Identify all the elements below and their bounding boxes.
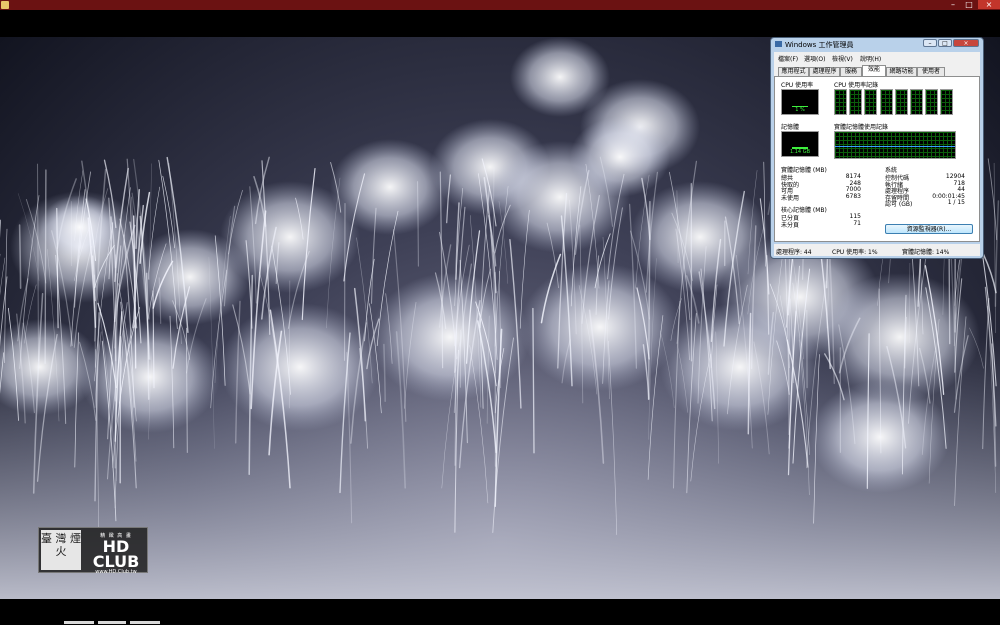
memory-history-label: 實體記憶體使用記錄 <box>834 124 889 131</box>
tab-strip: 應用程式 處理程序 服務 效能 網路功能 使用者 <box>774 62 980 76</box>
cpu-core-history-graph <box>879 89 893 115</box>
firework-burst <box>80 321 220 433</box>
tab-applications[interactable]: 應用程式 <box>778 67 809 76</box>
kernel-memory-table: 已分頁 115 未分頁 71 <box>781 213 861 229</box>
maximize-button[interactable]: □ <box>938 39 952 47</box>
tab-users[interactable]: 使用者 <box>917 67 945 76</box>
firework-streak <box>44 169 47 364</box>
player-maximize-button[interactable]: □ <box>962 0 976 9</box>
cpu-core-history-graph <box>940 89 954 115</box>
firework-burst <box>510 37 610 117</box>
memory-value: 1.14 GB <box>789 149 811 155</box>
cpu-core-history-graph <box>864 89 878 115</box>
tab-networking[interactable]: 網路功能 <box>886 67 917 76</box>
firework-burst <box>330 139 450 235</box>
tab-performance[interactable]: 效能 <box>862 65 886 76</box>
row-value: 71 <box>853 219 861 227</box>
table-row: 未使用 6783 <box>781 192 861 202</box>
cpu-usage-label: CPU 使用率 <box>781 82 814 89</box>
row-label: 認可 (GB) <box>885 201 913 208</box>
tab-processes[interactable]: 處理程序 <box>809 67 840 76</box>
task-manager-icon <box>775 41 782 47</box>
firework-burst <box>520 263 680 391</box>
task-manager-window[interactable]: Windows 工作管理員 – □ × 檔案(F) 選項(O) 檢視(V) 說明… <box>770 37 984 259</box>
player-title-bar: – □ × <box>0 0 1000 10</box>
player-bottom-bar <box>0 599 1000 625</box>
player-minimize-button[interactable]: – <box>946 0 960 9</box>
task-manager-title: Windows 工作管理員 <box>785 41 854 49</box>
firework-streak <box>788 254 791 436</box>
memory-history-graph <box>834 131 956 159</box>
row-label: 未使用 <box>781 194 800 202</box>
hd-club-logo: 精 緻 高 畫 HD CLUB www.HD.Club.tw <box>85 532 147 575</box>
performance-panel: CPU 使用率 1 % CPU 使用率記錄 記憶體 1.14 GB 實體記憶體使… <box>774 76 980 242</box>
task-manager-title-bar[interactable]: Windows 工作管理員 – □ × <box>771 38 983 50</box>
tab-services[interactable]: 服務 <box>840 67 862 76</box>
row-value: 6783 <box>845 192 861 200</box>
table-row: 認可 (GB) 1 / 15 <box>885 199 965 208</box>
cpu-usage-value: 1 % <box>795 107 805 113</box>
menu-bar: 檔案(F) 選項(O) 檢視(V) 說明(H) <box>774 52 980 63</box>
firework-streak <box>993 162 996 334</box>
status-memory: 實體記憶體: 14% <box>902 249 950 256</box>
memory-history-line <box>835 146 955 147</box>
cpu-core-history-graph <box>925 89 939 115</box>
firework-burst <box>220 303 380 431</box>
cpu-core-history-graph <box>910 89 923 115</box>
bottom-bar-tab[interactable] <box>98 621 126 624</box>
cpu-history-label: CPU 使用率記錄 <box>834 82 879 89</box>
memory-gauge: 1.14 GB <box>781 131 819 157</box>
cpu-core-history-graph <box>849 89 863 115</box>
status-processes: 處理程序: 44 <box>776 249 812 256</box>
firework-burst <box>370 273 530 401</box>
status-bar: 處理程序: 44 CPU 使用率: 1% 實體記憶體: 14% <box>774 244 980 256</box>
row-label: 未分頁 <box>781 221 800 229</box>
memory-label: 記憶體 <box>781 124 800 131</box>
cpu-usage-gauge: 1 % <box>781 89 819 115</box>
bottom-bar-tab[interactable] <box>130 621 160 624</box>
cpu-core-history-graph <box>834 89 847 115</box>
table-row: 未分頁 71 <box>781 219 861 229</box>
close-button[interactable]: × <box>953 39 979 47</box>
bottom-bar-tab[interactable] <box>64 621 94 624</box>
system-table: 控制代碼 12904 執行緒 718 處理程序 44 存留時間 0:00:01:45 認可 (G… <box>885 173 965 208</box>
physical-memory-table: 總共 8174 快取的 248 可用 7000 未使用 6783 <box>781 173 861 202</box>
cpu-core-history-graph <box>894 89 908 115</box>
channel-watermark: 臺 灣 煙 火 精 緻 高 畫 HD CLUB www.HD.Club.tw <box>38 527 148 575</box>
player-close-button[interactable]: × <box>978 0 1000 9</box>
firework-streak <box>994 200 1000 307</box>
row-value: 1 / 15 <box>947 199 965 206</box>
minimize-button[interactable]: – <box>923 39 937 47</box>
watermark-logo-text: HD CLUB <box>92 537 140 571</box>
player-app-icon <box>1 1 9 9</box>
resource-monitor-button[interactable]: 資源監視器(R)... <box>885 224 973 234</box>
watermark-seal: 臺 灣 煙 火 <box>41 530 81 570</box>
firework-streak <box>987 158 998 241</box>
firework-streak <box>18 224 22 289</box>
status-cpu: CPU 使用率: 1% <box>832 249 878 256</box>
